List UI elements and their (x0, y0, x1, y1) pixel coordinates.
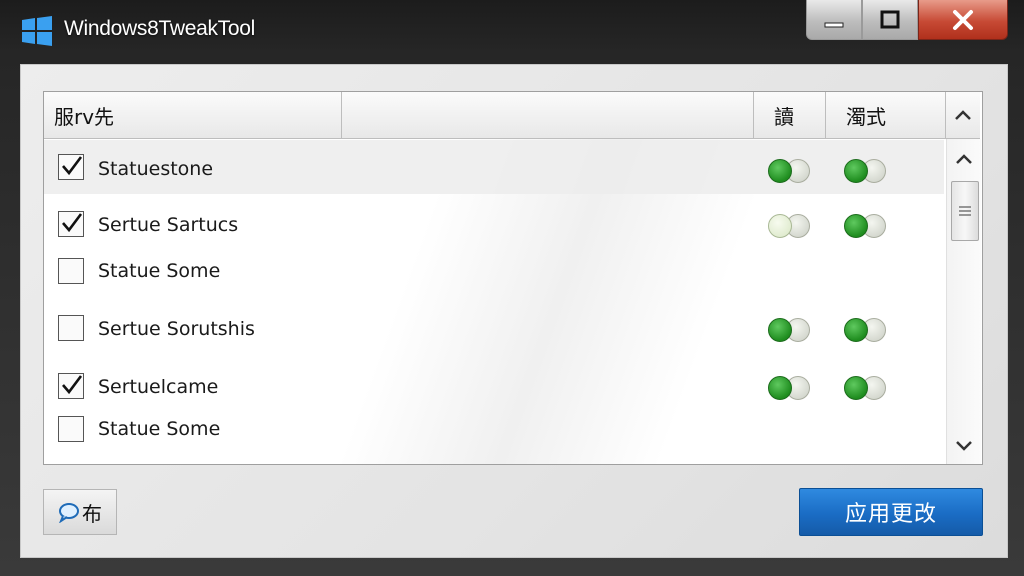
language-button-label: 布 (82, 501, 102, 526)
mode-toggle[interactable] (844, 214, 888, 238)
grip-icon (959, 206, 971, 216)
mode-toggle[interactable] (844, 376, 888, 400)
checkbox[interactable] (58, 211, 84, 237)
scroll-thumb[interactable] (951, 181, 979, 241)
minimize-button[interactable] (806, 0, 862, 40)
row-label: Statuestone (98, 158, 214, 180)
list-item[interactable]: Statue Some (44, 402, 944, 456)
row-label: Statue Some (98, 418, 221, 440)
windows-logo-icon (22, 16, 52, 46)
row-label: Statue Some (98, 260, 221, 282)
list-header: 服rv先 讀 濁式 (44, 92, 980, 139)
app-window: Windows8TweakTool 服rv先 讀 濁式 Statuestone … (0, 0, 1024, 576)
status-toggle[interactable] (768, 159, 812, 183)
checkbox[interactable] (58, 315, 84, 341)
maximize-icon (880, 10, 900, 28)
checkbox[interactable] (58, 416, 84, 442)
chevron-up-icon (955, 110, 971, 120)
checkbox[interactable] (58, 373, 84, 399)
column-header-mode[interactable]: 濁式 (826, 92, 946, 138)
scroll-up-button[interactable] (947, 143, 981, 175)
speech-bubble-icon (59, 503, 79, 523)
column-header-blank[interactable] (342, 92, 754, 138)
row-label: Sertuelcame (98, 376, 219, 398)
list-item[interactable]: Statue Some (44, 244, 944, 298)
header-scroll-up-button[interactable] (946, 92, 980, 138)
status-toggle[interactable] (768, 214, 812, 238)
column-header-status[interactable]: 讀 (754, 92, 826, 138)
close-icon (953, 9, 973, 30)
status-toggle[interactable] (768, 318, 812, 342)
maximize-button[interactable] (862, 0, 918, 40)
row-label: Sertue Sartucs (98, 214, 239, 236)
status-toggle[interactable] (768, 376, 812, 400)
mode-toggle[interactable] (844, 159, 888, 183)
column-header-name[interactable]: 服rv先 (44, 92, 342, 138)
row-label: Sertue Sorutshis (98, 318, 255, 340)
checkmark-icon (62, 156, 83, 176)
apply-changes-button[interactable]: 应用更改 (799, 488, 983, 536)
language-button[interactable]: 布 (43, 489, 117, 535)
close-button[interactable] (918, 0, 1008, 40)
mode-toggle[interactable] (844, 318, 888, 342)
minimize-icon (824, 22, 844, 27)
checkmark-icon (62, 375, 83, 395)
window-title: Windows8TweakTool (64, 17, 255, 40)
services-list[interactable]: 服rv先 讀 濁式 Statuestone Sertue Sartucs Sta… (43, 91, 983, 465)
checkbox[interactable] (58, 258, 84, 284)
scroll-down-button[interactable] (947, 430, 981, 462)
list-item[interactable]: Sertue Sorutshis (44, 300, 944, 354)
chevron-up-icon (956, 154, 972, 164)
vertical-scrollbar[interactable] (946, 139, 981, 464)
list-item[interactable]: Statuestone (44, 140, 944, 194)
client-area: 服rv先 讀 濁式 Statuestone Sertue Sartucs Sta… (20, 64, 1008, 558)
checkmark-icon (62, 213, 83, 233)
title-bar[interactable]: Windows8TweakTool (0, 0, 1024, 60)
chevron-down-icon (956, 441, 972, 451)
checkbox[interactable] (58, 154, 84, 180)
